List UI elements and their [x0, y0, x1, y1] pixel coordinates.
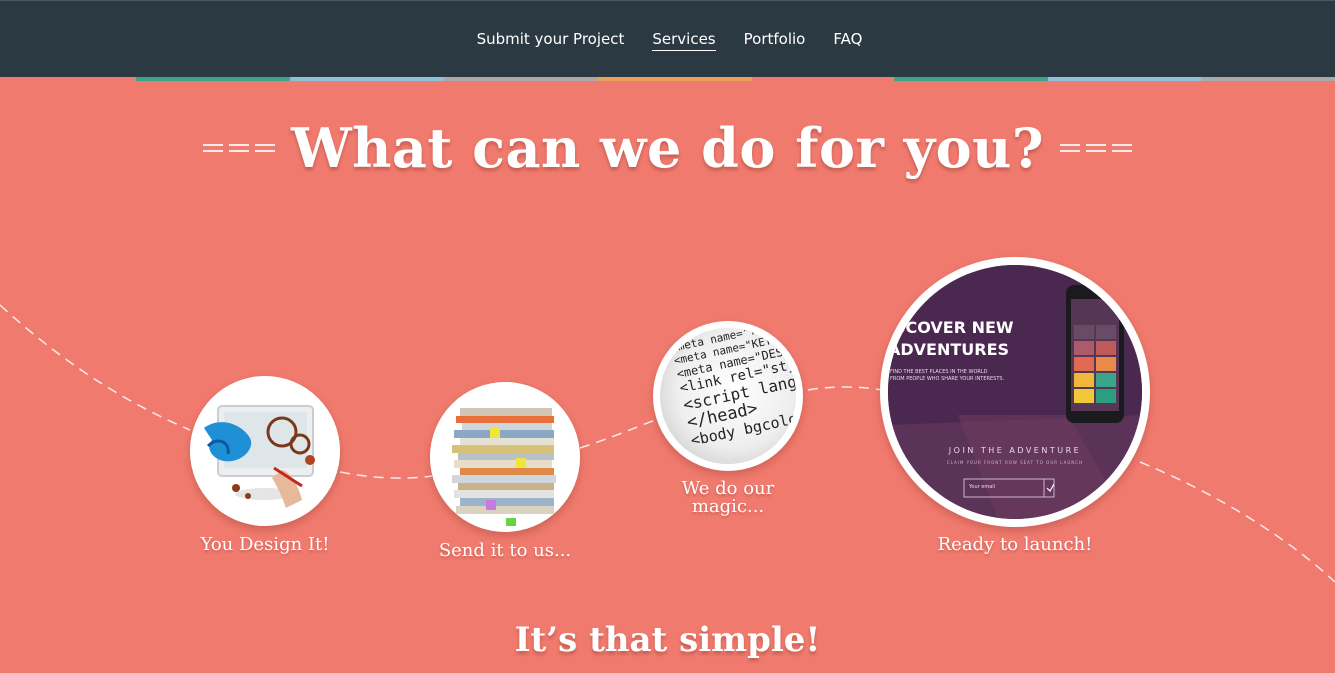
launch-mock-subtitle: FIND THE BEST PLACES IN THE WORLD FROM P…: [890, 369, 1005, 382]
step-label-design: You Design It!: [200, 534, 330, 555]
step-magic: <meta name="TITLE <meta name="KEYWO <meta …: [653, 321, 803, 516]
step-send: Send it to us...: [430, 382, 580, 560]
launch-mock-join: JOIN THE ADVENTURE: [948, 446, 1082, 455]
step-launch: ISCOVER NEW ADVENTURES FIND THE BEST PLA…: [880, 257, 1150, 554]
step-design: You Design It!: [190, 376, 340, 554]
launch-mock-email-field: Your email: [969, 484, 996, 490]
closing-headline: It’s that simple!: [514, 620, 821, 660]
code-html-image: <meta name="TITLE <meta name="KEYWO <meta …: [653, 321, 803, 471]
design-artwork-image: [190, 376, 340, 526]
launch-mock-claim: CLAIM YOUR FRONT ROW SEAT TO OUR LAUNCH: [946, 460, 1084, 465]
launch-mock-title: ISCOVER NEW ADVENTURES: [888, 318, 1014, 359]
paper-stack-image: [430, 382, 580, 532]
step-label-launch: Ready to launch!: [937, 534, 1093, 555]
step-label-send: Send it to us...: [438, 540, 572, 561]
launch-website-image: ISCOVER NEW ADVENTURES FIND THE BEST PLA…: [880, 257, 1150, 527]
code-lines: <meta name="TITLE <meta name="KEYWO <meta …: [670, 328, 796, 450]
step-label-magic: We do our magic...: [681, 478, 775, 517]
